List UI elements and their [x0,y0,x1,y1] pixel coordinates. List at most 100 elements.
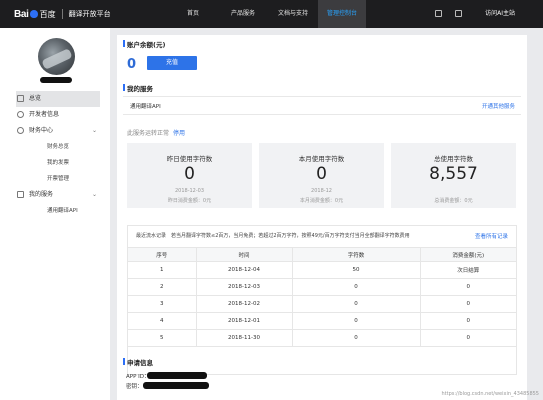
stat-card-yesterday: 昨日使用字符数 0 2018-12-03 昨日消费金额：0元 [127,143,252,208]
finance-icon [17,127,24,134]
sidebar-item-overview[interactable]: 总览 [16,91,100,107]
divider [123,114,521,115]
sidebar: 总览 开发者信息 财务中心 ⌄ 财务总览 我的发票 开票管理 我的服务 ⌄ 通用… [0,28,110,400]
user-menu-icon[interactable] [455,10,462,17]
table-row: 1 2018-12-04 50 次日结算 [128,261,516,279]
product-name: 翻译开放平台 [68,10,111,18]
stat-card-total: 总使用字符数 8,557 总消费金额：0元 [391,143,516,208]
sidebar-item-label: 财务中心 [29,127,54,134]
stat-value: 0 [184,164,195,184]
table-cell: 2018-12-01 [196,312,293,330]
open-more-services-link[interactable]: 开通其他服务 [482,102,515,110]
logo-cn: 百度 [39,9,56,19]
logo-text: Bai [14,8,29,20]
table-cell: 2018-12-02 [196,295,293,313]
view-all-records-link[interactable]: 查看所有记录 [475,232,508,240]
recharge-button[interactable]: 充值 [147,56,197,70]
table-cell: 0 [420,278,516,296]
records-panel: 最近流水记录 若当月翻译字符数≤2百万，当月免费；若超过2百万字符，按照49元/… [127,225,517,375]
table-cell: 3 [128,295,197,313]
stat-value: 0 [316,164,327,184]
sidebar-item-label: 总览 [29,95,42,102]
baidu-logo[interactable]: Bai 百度 翻译开放平台 [14,8,111,20]
ai-portal-link[interactable]: 访问AI主站 [485,0,515,28]
top-bar: Bai 百度 翻译开放平台 首页 产品服务 文档与支持 管理控制台 访问AI主站 [0,0,543,28]
balance-value: 0 [127,57,137,72]
redacted-secret-key [143,382,209,389]
watermark: https://blog.csdn.net/weixin_43485855 [441,391,539,397]
table-cell: 2018-11-30 [196,329,293,347]
service-icon [17,191,24,198]
records-table: 序号 时间 字符数 消费金额(元) 1 2018-12-04 50 次日结算 2… [128,247,516,347]
balance-title: 账户余额(元) [122,40,166,49]
column-header: 序号 [128,247,197,262]
stat-label: 总使用字符数 [434,155,473,163]
table-cell: 0 [292,295,421,313]
table-header-row: 序号 时间 字符数 消费金额(元) [128,247,516,262]
table-row: 2 2018-12-03 0 0 [128,278,516,296]
table-row: 5 2018-11-30 0 0 [128,329,516,347]
disable-service-link[interactable]: 停用 [173,130,185,137]
table-cell: 0 [420,295,516,313]
grid-icon [17,95,24,102]
nav-home[interactable]: 首页 [178,0,208,28]
table-cell: 1 [128,261,197,279]
application-title: 申请信息 [123,358,153,367]
records-note: 最近流水记录 若当月翻译字符数≤2百万，当月免费；若超过2百万字符，按照49元/… [136,233,410,239]
table-row: 3 2018-12-02 0 0 [128,295,516,313]
table-cell: 0 [292,278,421,296]
notification-icon[interactable] [435,10,442,17]
table-cell: 0 [420,329,516,347]
user-icon [17,111,24,118]
redacted-app-id [147,372,207,379]
table-cell: 2 [128,278,197,296]
service-name: 通用翻译API [130,104,161,110]
table-cell: 2018-12-04 [196,261,293,279]
table-cell: 50 [292,261,421,279]
sidebar-subitem-translate-api[interactable]: 通用翻译API [0,203,110,219]
service-status-text: 此服务运转正常 [127,130,170,137]
logo-divider [61,9,63,19]
service-status: 此服务运转正常 停用 [127,128,185,137]
stat-value: 8,557 [429,164,478,184]
sidebar-subitem-finance-overview[interactable]: 财务总览 [0,139,110,155]
sidebar-menu: 总览 开发者信息 财务中心 ⌄ 财务总览 我的发票 开票管理 我的服务 ⌄ 通用… [0,91,110,219]
table-row: 4 2018-12-01 0 0 [128,312,516,330]
sidebar-subitem-billing[interactable]: 开票管理 [0,171,110,187]
nav-console[interactable]: 管理控制台 [318,0,366,28]
paw-icon [29,10,38,18]
sidebar-item-developer[interactable]: 开发者信息 [0,107,110,123]
divider [123,96,521,97]
table-cell: 5 [128,329,197,347]
stat-amount: 总消费金额：0元 [434,198,473,204]
stat-date: 2018-12-03 [174,188,205,194]
main-panel: 账户余额(元) 0 充值 我的服务 通用翻译API 开通其他服务 此服务运转正常… [117,35,527,400]
sidebar-subitem-invoices[interactable]: 我的发票 [0,155,110,171]
app-id-label: APP ID： [126,374,150,380]
stat-amount: 昨日消费金额：0元 [167,198,212,204]
table-cell: 0 [420,312,516,330]
stat-card-month: 本月使用字符数 0 2018-12 本月消费金额：0元 [259,143,384,208]
stat-label: 本月使用字符数 [298,155,345,163]
column-header: 消费金额(元) [420,247,516,262]
stat-label: 昨日使用字符数 [166,155,213,163]
table-cell: 0 [292,312,421,330]
table-cell: 次日结算 [420,261,516,279]
column-header: 时间 [196,247,293,262]
sidebar-item-label: 开发者信息 [29,111,60,118]
sidebar-item-finance[interactable]: 财务中心 ⌄ [0,123,110,139]
table-cell: 0 [292,329,421,347]
column-header: 字符数 [292,247,421,262]
table-cell: 2018-12-03 [196,278,293,296]
sidebar-item-label: 我的服务 [29,191,54,198]
nav-docs[interactable]: 文档与支持 [272,0,314,28]
services-title: 我的服务 [123,84,153,93]
secret-key-label: 密钥： [126,384,143,390]
avatar[interactable] [38,38,75,75]
table-cell: 4 [128,312,197,330]
redacted-username [40,77,72,83]
nav-products[interactable]: 产品服务 [225,0,261,28]
chevron-down-icon: ⌄ [92,127,98,134]
sidebar-item-services[interactable]: 我的服务 ⌄ [0,187,110,203]
chevron-down-icon: ⌄ [92,191,98,198]
